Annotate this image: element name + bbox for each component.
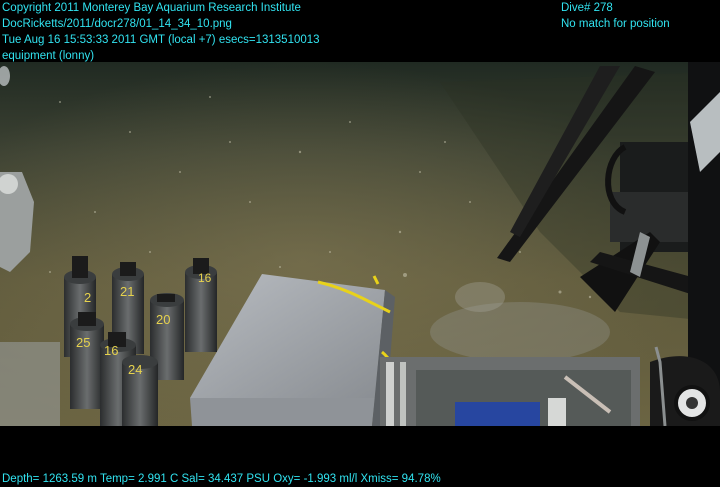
push-core-tube: 25	[70, 312, 104, 409]
svg-text:24: 24	[128, 362, 142, 377]
temperature-readout: Temp= 2.991 C	[99, 473, 179, 485]
seafloor-scene: 2 21 20 16 25 16 24	[0, 62, 720, 426]
svg-text:25: 25	[76, 335, 90, 350]
seafloor-camera-view: 2 21 20 16 25 16 24	[0, 62, 720, 426]
overlay-top-left: Copyright 2011 Monterey Bay Aquarium Res…	[2, 0, 320, 64]
depth-readout: Depth= 1263.59 m	[2, 473, 97, 485]
salinity-readout: Sal= 34.437 PSU	[181, 473, 271, 485]
svg-text:2: 2	[84, 290, 91, 305]
telemetry-bar: Depth= 1263.59 m Temp= 2.991 C Sal= 34.4…	[2, 471, 441, 487]
svg-text:21: 21	[120, 284, 134, 299]
oxygen-readout: Oxy= -1.993 ml/l	[273, 473, 358, 485]
file-path-text: DocRicketts/2011/docr278/01_14_34_10.png	[2, 18, 232, 30]
sediment-puff	[455, 282, 505, 312]
copyright-text: Copyright 2011 Monterey Bay Aquarium Res…	[2, 2, 301, 14]
sediment-plume-left	[0, 342, 60, 426]
svg-text:16: 16	[104, 343, 118, 358]
transmission-readout: Xmiss= 94.78%	[360, 473, 441, 485]
svg-text:20: 20	[156, 312, 170, 327]
timestamp-text: Tue Aug 16 15:53:33 2011 GMT (local +7) …	[2, 34, 320, 46]
sample-tray	[380, 357, 640, 426]
sampler-box-front	[190, 398, 375, 426]
dive-number-text: Dive# 278	[561, 2, 613, 14]
sediment-cloud	[430, 302, 610, 362]
svg-text:16: 16	[198, 271, 212, 285]
push-core-tube: 24	[122, 355, 158, 426]
overlay-top-right: Dive# 278 No match for position	[561, 0, 670, 32]
position-status-text: No match for position	[561, 18, 670, 30]
push-core-tube: 16	[185, 258, 217, 352]
